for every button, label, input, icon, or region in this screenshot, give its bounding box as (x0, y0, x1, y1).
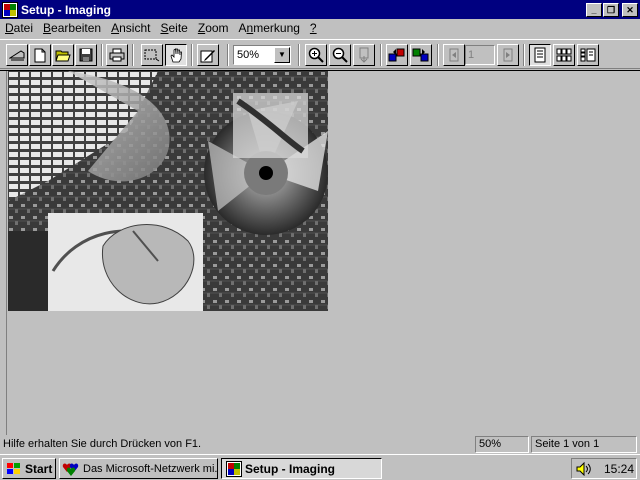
menu-anmerkung-prefix: A (238, 21, 247, 35)
task-msn-label: Das Microsoft-Netzwerk mi... (83, 462, 218, 475)
scan-icon[interactable] (6, 44, 28, 66)
menu-zoom[interactable]: Zoom (193, 19, 234, 38)
menu-anmerkung[interactable]: Anmerkung (234, 19, 305, 38)
taskbar: Start Das Microsoft-Netzwerk mi... Setup… (0, 454, 640, 480)
menu-datei-mnemonic: D (5, 21, 14, 35)
menu-bar: Datei Bearbeiten Ansicht Seite Zoom Anme… (0, 19, 640, 38)
thumbnail-pane-border (0, 71, 7, 435)
task-imaging[interactable]: Setup - Imaging (221, 458, 382, 479)
chevron-down-icon[interactable]: ▼ (274, 47, 290, 63)
rotate-left-icon[interactable] (386, 44, 408, 66)
close-button[interactable]: ✕ (622, 2, 638, 17)
restore-button[interactable]: ❐ (603, 2, 619, 17)
imaging-task-icon (226, 460, 242, 477)
fit-page-icon[interactable] (353, 44, 375, 66)
menu-bearbeiten[interactable]: Bearbeiten (38, 19, 106, 38)
page-number-field[interactable]: 1 (465, 45, 495, 65)
window-title: Setup - Imaging (21, 2, 111, 17)
document-view[interactable] (0, 70, 640, 435)
zoom-in-icon[interactable] (305, 44, 327, 66)
menu-seite-label: eite (168, 21, 188, 35)
select-rectangle-icon[interactable] (141, 44, 163, 66)
windows-logo-icon (7, 462, 20, 474)
page-and-thumbnail-view-icon[interactable] (577, 44, 599, 66)
new-document-icon[interactable] (29, 44, 51, 66)
save-icon[interactable] (75, 44, 97, 66)
title-bar[interactable]: Setup - Imaging _ ❐ ✕ (0, 0, 640, 19)
minimize-button[interactable]: _ (586, 2, 602, 17)
thumbnail-view-icon[interactable] (553, 44, 575, 66)
start-button[interactable]: Start (2, 458, 56, 479)
hand-pan-icon[interactable] (165, 44, 187, 66)
annotation-toolbar-icon[interactable] (197, 44, 219, 66)
toolbar: 50% ▼ 1 (0, 39, 640, 69)
start-label: Start (25, 461, 53, 476)
menu-bearbeiten-label: earbeiten (51, 21, 102, 35)
menu-datei-label: atei (13, 21, 34, 35)
menu-ansicht-label: nsicht (119, 21, 151, 35)
document-image[interactable] (8, 71, 328, 311)
menu-help-mnemonic: ? (309, 21, 317, 35)
menu-ansicht[interactable]: Ansicht (106, 19, 155, 38)
rotate-right-icon[interactable] (410, 44, 432, 66)
task-imaging-label: Setup - Imaging (245, 461, 335, 476)
zoom-dropdown[interactable]: 50% ▼ (233, 45, 291, 65)
menu-datei[interactable]: Datei (0, 19, 38, 38)
menu-ansicht-mnemonic: A (111, 21, 120, 35)
print-icon[interactable] (106, 44, 128, 66)
speaker-icon[interactable] (576, 461, 594, 476)
clock[interactable]: 15:24 (604, 462, 634, 476)
status-zoom: 50% (475, 436, 529, 453)
menu-help[interactable]: ? (305, 19, 322, 38)
menu-anmerkung-label: merkung (253, 21, 300, 35)
status-bar: Hilfe erhalten Sie durch Drücken von F1.… (0, 436, 640, 454)
task-msn[interactable]: Das Microsoft-Netzwerk mi... (59, 458, 218, 479)
previous-page-icon[interactable] (443, 44, 465, 66)
single-page-view-icon[interactable] (529, 44, 551, 66)
next-page-icon[interactable] (497, 44, 519, 66)
zoom-out-icon[interactable] (329, 44, 351, 66)
open-folder-icon[interactable] (52, 44, 74, 66)
system-tray: 15:24 (571, 458, 637, 479)
zoom-value: 50% (237, 49, 260, 61)
status-help-text: Hilfe erhalten Sie durch Drücken von F1. (3, 438, 202, 450)
menu-seite[interactable]: Seite (155, 19, 192, 38)
imaging-icon[interactable] (2, 1, 18, 18)
menu-bearbeiten-mnemonic: B (43, 21, 52, 35)
status-page: Seite 1 von 1 (531, 436, 637, 453)
menu-zoom-label: oom (205, 21, 229, 35)
msn-icon (62, 463, 79, 476)
